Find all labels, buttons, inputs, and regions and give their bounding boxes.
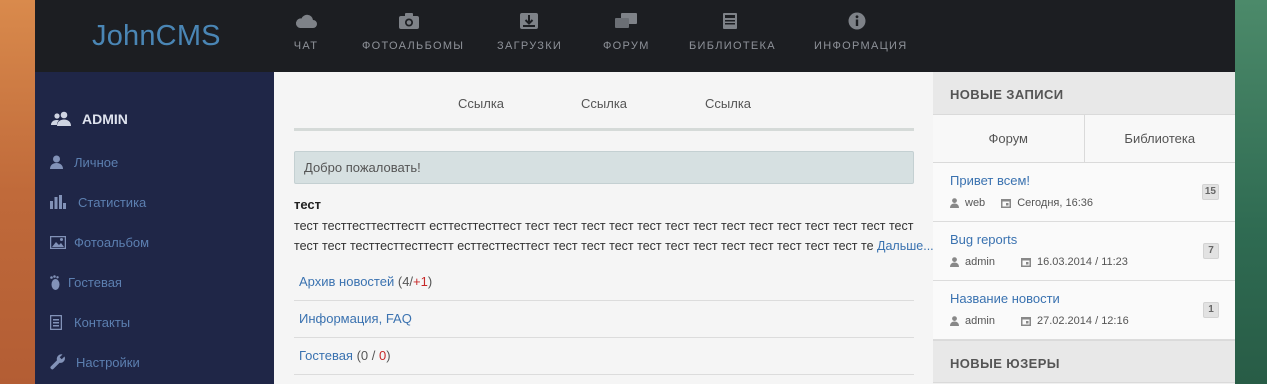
user-icon (950, 257, 959, 267)
post-meta: web Сегодня, 16:36 (950, 197, 1093, 209)
new-users-header: НОВЫЕ ЮЗЕРЫ (933, 340, 1235, 383)
user-icon (50, 155, 63, 169)
bar-chart-icon (50, 195, 66, 209)
nav-item-library[interactable]: БИБЛИОТЕКА (689, 12, 776, 62)
sidebar-item-photoalbum[interactable]: Фотоальбом (50, 232, 149, 252)
calendar-icon (1020, 258, 1031, 267)
read-more-link[interactable]: Дальше... (877, 239, 934, 253)
post-meta: admin 16.03.2014 / 11:23 (950, 256, 1128, 268)
news-archive-new-count: +1 (413, 274, 428, 289)
nav-label-chat: ЧАТ (293, 40, 319, 52)
main-link-2[interactable]: Ссылка (581, 96, 627, 111)
post-row: Название новости admin 27.02.2014 / 12:1… (933, 281, 1235, 340)
post-author: web (965, 197, 986, 209)
cloud-icon (295, 14, 317, 28)
calendar-icon (1020, 317, 1031, 326)
news-text-line-1: тест тесттесттесттестт ecттесттесттест т… (294, 219, 914, 233)
users-icon (51, 111, 71, 126)
post-author: admin (965, 315, 995, 327)
post-count-badge: 15 (1201, 184, 1219, 200)
right-column: НОВЫЕ ЗАПИСИ Форум Библиотека Привет все… (933, 72, 1235, 384)
sidebar-item-label: Гостевая (68, 274, 122, 290)
news-text-line-2: тест тест тесттесттесттестт ecттесттестт… (294, 236, 934, 256)
nav-item-chat[interactable]: ЧАТ (291, 12, 321, 62)
tab-forum[interactable]: Форум (933, 115, 1084, 162)
post-date: Сегодня, 16:36 (1017, 197, 1093, 209)
sidebar-item-statistics[interactable]: Статистика (50, 192, 146, 212)
sidebar-username: ADMIN (82, 111, 128, 127)
calendar-icon (1001, 199, 1012, 208)
camera-icon (399, 13, 419, 29)
main-link-1[interactable]: Ссылка (458, 96, 504, 111)
news-archive-link[interactable]: Архив новостей (299, 274, 394, 289)
sidebar-item-label: Настройки (76, 354, 140, 370)
list-item-info-faq: Информация, FAQ (294, 301, 914, 338)
sidebar-user-header[interactable]: ADMIN (51, 108, 128, 130)
footprint-icon (50, 274, 60, 290)
download-box-icon (520, 13, 538, 29)
chat-bubbles-icon (615, 13, 637, 28)
news-text-line-2-content: тест тест тесттесттесттестт ecттесттестт… (294, 239, 874, 253)
welcome-banner: Добро пожаловать! (294, 151, 914, 184)
count-close-paren: ) (386, 348, 391, 363)
post-title[interactable]: Bug reports (950, 232, 1017, 247)
sidebar-item-guestbook[interactable]: Гостевая (50, 272, 122, 292)
count-open-paren: ( (394, 274, 403, 289)
count-separator: / (368, 348, 379, 363)
post-count-badge: 1 (1203, 302, 1219, 318)
sidebar-item-label: Статистика (78, 194, 147, 210)
main-content: Ссылка Ссылка Ссылка Добро пожаловать! т… (274, 72, 934, 384)
post-date: 27.02.2014 / 12:16 (1036, 315, 1129, 327)
post-author: admin (965, 256, 995, 268)
nav-label-downloads: ЗАГРУЗКИ (497, 40, 563, 52)
sidebar-item-label: Личное (74, 154, 119, 170)
post-meta: admin 27.02.2014 / 12:16 (950, 315, 1129, 327)
post-count-badge: 7 (1203, 243, 1219, 259)
main-link-3[interactable]: Ссылка (705, 96, 751, 111)
nav-label-information: ИНФОРМАЦИЯ (814, 40, 908, 52)
page-frame: JohnCMS ЧАТ ФОТОАЛЬБОМЫ ЗАГРУЗКИ ФОРУМ Б… (35, 0, 1235, 384)
sidebar-item-label: Фотоальбом (74, 234, 150, 250)
new-posts-tabs: Форум Библиотека (933, 115, 1235, 163)
tab-library[interactable]: Библиотека (1083, 115, 1236, 162)
sidebar-item-personal[interactable]: Личное (50, 152, 118, 172)
post-row: Bug reports admin 16.03.2014 / 11:23 7 (933, 222, 1235, 281)
guestbook-link[interactable]: Гостевая (299, 348, 353, 363)
user-icon (950, 316, 959, 326)
left-sidebar: ADMIN Личное Статистика Фотоальбом Госте… (35, 72, 274, 384)
info-faq-link[interactable]: Информация, FAQ (299, 311, 412, 326)
info-icon (848, 12, 866, 30)
post-title[interactable]: Название новости (950, 291, 1060, 306)
sidebar-item-settings[interactable]: Настройки (50, 352, 140, 372)
list-item-news-archive: Архив новостей (4/+1) (294, 264, 914, 301)
nav-item-downloads[interactable]: ЗАГРУЗКИ (497, 12, 561, 62)
nav-item-information[interactable]: ИНФОРМАЦИЯ (814, 12, 908, 62)
main-link-bar: Ссылка Ссылка Ссылка (294, 72, 914, 131)
wrench-icon (50, 354, 65, 370)
picture-icon (50, 235, 66, 249)
nav-label-library: БИБЛИОТЕКА (689, 40, 776, 52)
nav-item-photoalbums[interactable]: ФОТОАЛЬБОМЫ (362, 12, 465, 62)
nav-label-photoalbums: ФОТОАЛЬБОМЫ (362, 40, 465, 52)
user-icon (950, 198, 959, 208)
count-open-paren: ( (352, 348, 361, 363)
list-item-guestbook: Гостевая (0 / 0) (294, 338, 914, 375)
news-body: тест тесттесттесттестт ecттесттесттест т… (294, 216, 934, 256)
nav-item-forum[interactable]: ФОРУМ (603, 12, 649, 62)
site-logo[interactable]: JohnCMS (92, 20, 221, 53)
count-close-paren: ) (427, 274, 433, 289)
new-posts-header: НОВЫЕ ЗАПИСИ (933, 72, 1235, 115)
book-icon (723, 13, 737, 29)
sidebar-item-contacts[interactable]: Контакты (50, 312, 130, 332)
post-title[interactable]: Привет всем! (950, 173, 1030, 188)
top-navbar: JohnCMS ЧАТ ФОТОАЛЬБОМЫ ЗАГРУЗКИ ФОРУМ Б… (35, 0, 1235, 72)
post-row: Привет всем! web Сегодня, 16:36 15 (933, 163, 1235, 222)
sidebar-item-label: Контакты (74, 314, 131, 330)
post-date: 16.03.2014 / 11:23 (1036, 256, 1128, 268)
address-book-icon (50, 314, 62, 330)
nav-label-forum: ФОРУМ (603, 40, 650, 52)
news-title: тест (294, 197, 322, 212)
background-right-panel (1235, 0, 1267, 384)
